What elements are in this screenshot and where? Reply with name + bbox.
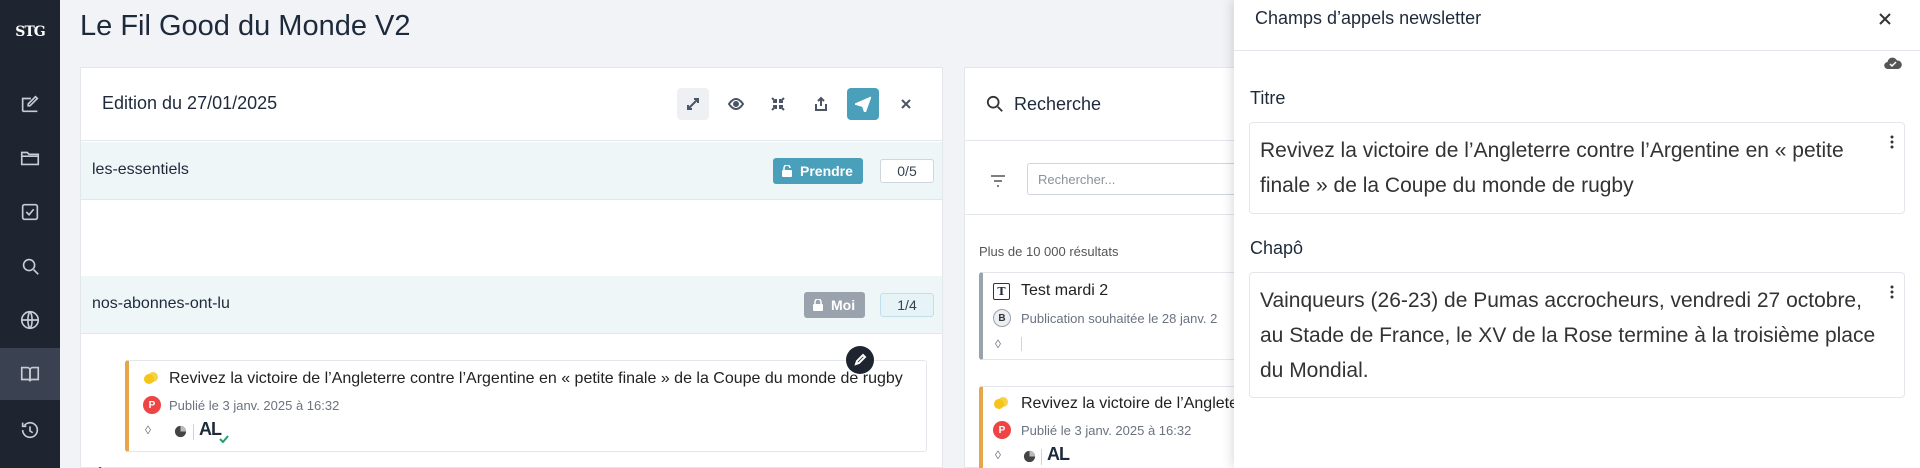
search-header: Recherche (965, 68, 1243, 141)
collapse-icon (771, 97, 785, 111)
section-count: 1/4 (880, 293, 934, 317)
diamond-icon: ◊ (145, 423, 151, 437)
chapo-value[interactable]: Vainqueurs (26-23) de Pumas accrocheurs,… (1260, 283, 1884, 388)
moi-label: Moi (831, 297, 856, 313)
search-panel: Recherche Rechercher... Plus de 10 000 r… (964, 67, 1279, 468)
section-name: nos-abonnes-ont-lu (92, 295, 230, 312)
chapo-field[interactable]: Vainqueurs (26-23) de Pumas accrocheurs,… (1249, 272, 1905, 398)
prendre-label: Prendre (800, 163, 853, 179)
author-badge: B (993, 309, 1011, 327)
author-badge: P (993, 421, 1011, 439)
article-status: Publié le 3 janv. 2025 à 16:32 (169, 398, 340, 413)
article-card[interactable]: Revivez la victoire de l’Angleterre cont… (125, 360, 927, 452)
result-status: Publication souhaitée le 28 janv. 2 (1021, 311, 1218, 326)
divider (965, 214, 1243, 215)
titre-field[interactable]: Revivez la victoire de l’Angleterre cont… (1249, 122, 1905, 214)
result-title[interactable]: Test mardi 2 (1021, 282, 1108, 300)
newsletter-drawer: Champs d’appels newsletter Titre Revivez… (1234, 0, 1920, 468)
al-indicator: AL (1047, 444, 1070, 464)
sidebar-item-folder[interactable] (0, 132, 60, 184)
lock-icon (813, 299, 823, 311)
sidebar-item-search[interactable] (0, 240, 60, 292)
checkbox-icon (21, 203, 39, 221)
edition-title: Edition du 27/01/2025 (102, 93, 278, 113)
globe-icon (20, 310, 40, 330)
left-sidebar: STG (0, 0, 60, 468)
result-status: Publié le 3 janv. 2025 à 16:32 (1021, 423, 1192, 438)
cloud-saved-icon (1884, 57, 1902, 70)
drawer-title: Champs d’appels newsletter (1255, 8, 1482, 28)
more-options-icon[interactable] (1890, 285, 1894, 299)
section-les-essentiels: les-essentiels Prendre 0/5 (81, 142, 942, 200)
logo-text: STG (15, 24, 46, 40)
collapse-button[interactable] (762, 88, 794, 120)
sidebar-item-edit[interactable] (0, 78, 60, 130)
close-icon (1879, 13, 1891, 25)
author-badge: P (143, 396, 161, 414)
book-icon (20, 366, 40, 382)
search-input[interactable]: Rechercher... (1027, 163, 1267, 195)
edit-icon (21, 95, 39, 113)
results-count: Plus de 10 000 résultats (979, 244, 1119, 259)
edition-header: Edition du 27/01/2025 (81, 68, 942, 141)
close-drawer-button[interactable] (1874, 8, 1896, 30)
titre-label: Titre (1250, 88, 1286, 108)
pie-icon (174, 425, 187, 438)
al-indicator: AL (199, 419, 222, 439)
titre-value[interactable]: Revivez la victoire de l’Angleterre cont… (1260, 133, 1884, 203)
edition-panel: Edition du 27/01/2025 les-essentiels Pre… (80, 67, 943, 468)
page-title: Le Fil Good du Monde V2 (80, 10, 411, 42)
preview-button[interactable] (720, 88, 752, 120)
divider (1021, 337, 1022, 351)
more-options-icon[interactable] (1890, 135, 1894, 149)
text-type-icon: T (993, 283, 1010, 300)
section-nos-abonnes-ont-lu: nos-abonnes-ont-lu Moi 1/4 (81, 276, 942, 334)
article-position: 1 (96, 464, 104, 468)
history-icon (21, 421, 39, 439)
article-title[interactable]: Revivez la victoire de l’Angleterre cont… (169, 370, 903, 388)
search-title: Recherche (1014, 94, 1102, 114)
divider (193, 424, 194, 440)
close-icon (901, 99, 911, 109)
search-icon (986, 95, 1003, 112)
pie-icon (1023, 450, 1036, 463)
share-button[interactable] (805, 88, 837, 120)
app-logo[interactable]: STG (10, 14, 50, 50)
prendre-button[interactable]: Prendre (773, 158, 863, 184)
send-button[interactable] (847, 88, 879, 120)
sidebar-item-tasks[interactable] (0, 186, 60, 238)
diamond-icon: ◊ (995, 448, 1001, 462)
expand-icon (687, 98, 699, 110)
share-icon (815, 96, 827, 111)
check-icon (219, 435, 229, 443)
search-icon (22, 258, 39, 275)
folder-icon (20, 151, 40, 166)
pencil-icon (854, 353, 867, 366)
sidebar-item-book[interactable] (0, 348, 60, 400)
divider (1234, 50, 1920, 51)
expand-button[interactable] (677, 88, 709, 120)
sidebar-item-globe[interactable] (0, 294, 60, 346)
close-edition-button[interactable] (890, 88, 922, 120)
lock-open-icon (782, 165, 792, 177)
eye-icon (728, 97, 744, 111)
diamond-icon: ◊ (995, 337, 1001, 351)
article-type-icon (144, 372, 158, 384)
section-name: les-essentiels (92, 161, 189, 178)
moi-button[interactable]: Moi (804, 292, 866, 318)
section-count: 0/5 (880, 159, 934, 183)
chapo-label: Chapô (1250, 238, 1304, 258)
result-title[interactable]: Revivez la victoire de l’Angleterre (1021, 395, 1258, 413)
edit-article-button[interactable] (846, 346, 874, 374)
article-type-icon (994, 397, 1008, 409)
sidebar-item-history[interactable] (0, 404, 60, 456)
divider (1041, 449, 1042, 465)
send-icon (855, 96, 871, 112)
filter-icon[interactable] (989, 172, 1007, 190)
